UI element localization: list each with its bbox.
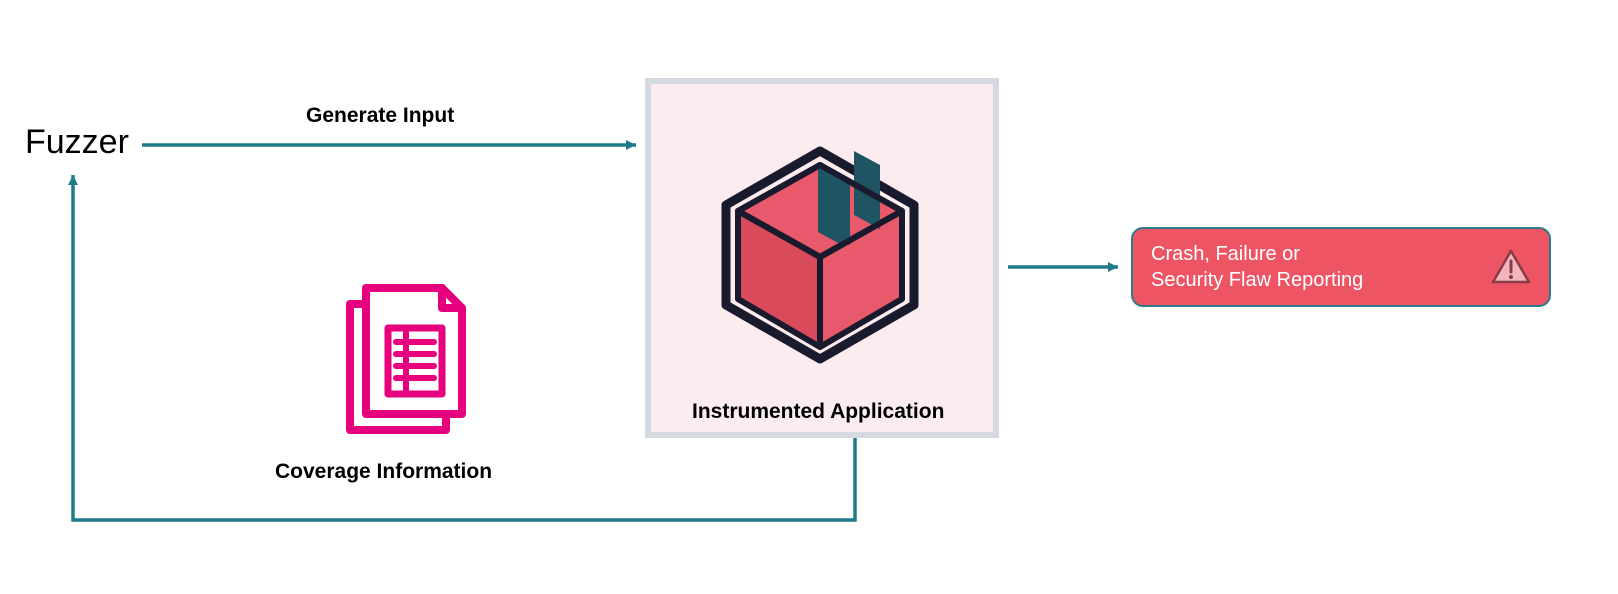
generate-input-label: Generate Input: [306, 104, 454, 128]
instrumented-app-label: Instrumented Application: [692, 400, 944, 424]
warning-icon: [1491, 247, 1531, 287]
crash-report-text: Crash, Failure or Security Flaw Reportin…: [1151, 241, 1363, 293]
package-icon: [710, 145, 930, 365]
crash-report-box: Crash, Failure or Security Flaw Reportin…: [1131, 227, 1551, 307]
coverage-info-label: Coverage Information: [275, 460, 492, 484]
fuzzer-label: Fuzzer: [25, 123, 129, 162]
coverage-document-icon: [330, 280, 480, 440]
